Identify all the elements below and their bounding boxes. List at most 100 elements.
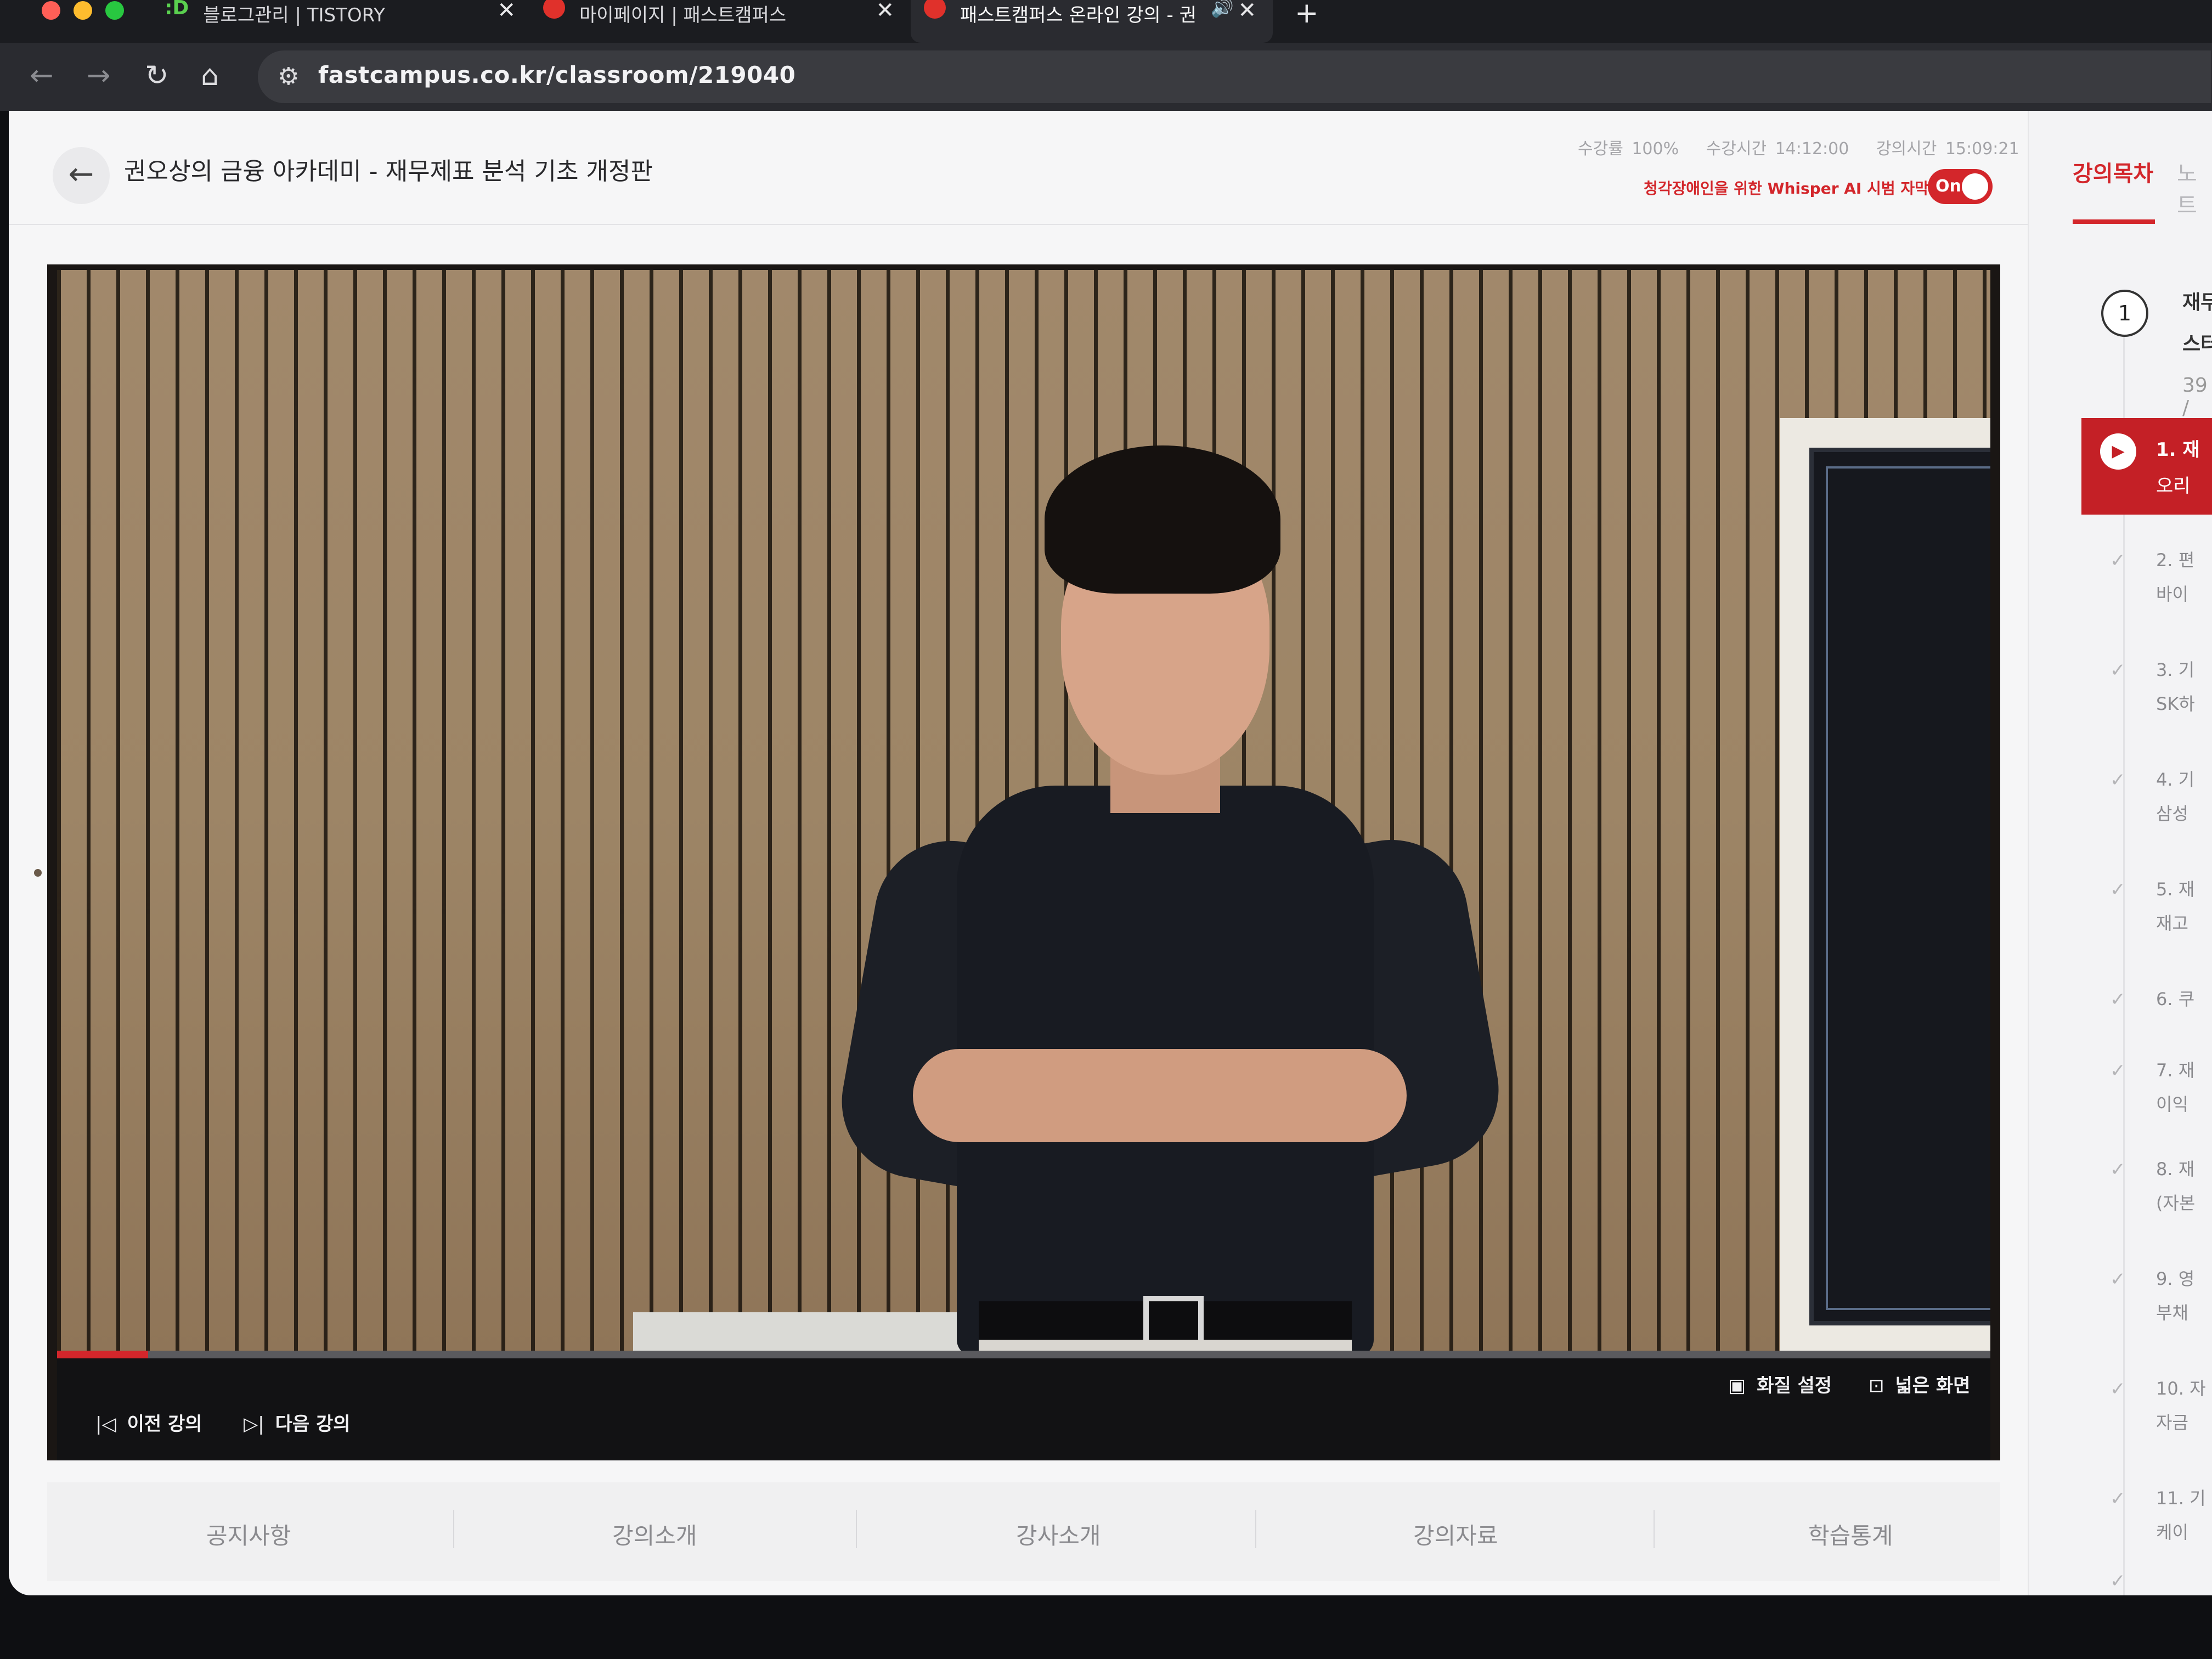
lesson-subtitle: 이익 [2156,1094,2188,1115]
course-title: 권오상의 금융 아카데미 - 재무제표 분석 기초 개정판 [124,157,653,185]
tab-instructor-intro[interactable]: 강사소개 [1016,1517,1101,1551]
bezel-dot [34,869,42,877]
lesson-item[interactable]: ✓ 9. 영 부채 [2081,1257,2212,1340]
lesson-title: 2. 편 [2156,550,2195,571]
lesson-title: 10. 자 [2156,1378,2206,1399]
lesson-title: 9. 영 [2156,1268,2195,1289]
lesson-title: 7. 재 [2156,1060,2195,1081]
previous-lecture-button[interactable]: |◁ 이전 강의 [95,1409,202,1436]
lesson-item[interactable]: ✓ [2081,1559,2212,1595]
lesson-item[interactable]: ✓ 4. 기 삼성 [2081,758,2212,840]
lesson-title: 6. 쿠 [2156,989,2195,1009]
lesson-subtitle: 오리 [2156,475,2191,497]
tab-separator [1654,1510,1655,1548]
lesson-subtitle: (자본 [2156,1193,2196,1214]
speaker-icon[interactable]: 🔊 [1211,0,1234,19]
lesson-title: 5. 재 [2156,879,2195,900]
quality-settings-button[interactable]: ▣ 화질 설정 [1728,1370,1832,1397]
classroom-page: ← 권오상의 금융 아카데미 - 재무제표 분석 기초 개정판 수강률 100%… [9,111,2212,1595]
toggle-knob [1962,173,1988,200]
lesson-item[interactable]: ✓ 8. 재 (자본 [2081,1148,2212,1230]
previous-lecture-label: 이전 강의 [127,1413,202,1435]
close-window-button[interactable] [42,1,60,20]
back-arrow-icon[interactable]: ← [30,59,54,92]
tab-separator [453,1510,454,1548]
browser-tab-strip: :D 블로그관리 | TISTORY ✕ 마이페이지 | 패스트캠퍼스 ✕ 패스… [0,0,2212,43]
wide-screen-label: 넓은 화면 [1895,1375,1971,1397]
check-icon: ✓ [2110,659,2126,681]
toggle-label: On [1936,177,1961,196]
active-tab-underline [2073,219,2155,224]
lecturer-hair [1045,445,1280,594]
address-bar[interactable]: ⚙ fastcampus.co.kr/classroom/219040 [258,50,2211,103]
close-icon[interactable]: ✕ [497,0,516,23]
tab-title: 블로그관리 | TISTORY [203,4,385,26]
next-lecture-button[interactable]: ▷| 다음 강의 [244,1409,351,1436]
browser-toolbar: ← → ↻ ⌂ ⚙ fastcampus.co.kr/classroom/219… [0,43,2212,111]
wide-screen-button[interactable]: ⊡ 넓은 화면 [1869,1370,1970,1397]
belt-buckle [1143,1296,1204,1345]
skip-next-icon: ▷| [244,1413,264,1435]
lesson-item[interactable]: ✓ 10. 자 자금 [2081,1367,2212,1449]
back-arrow-icon[interactable]: ← [53,147,110,204]
lesson-subtitle: 케이 [2156,1522,2188,1543]
close-icon[interactable]: ✕ [1238,0,1256,23]
forward-arrow-icon[interactable]: → [87,59,111,92]
lesson-title: 3. 기 [2156,659,2195,680]
tab-course-materials[interactable]: 강의자료 [1413,1517,1498,1551]
reload-icon[interactable]: ↻ [145,59,169,92]
curriculum-sidebar: 강의목차 노트 1 재무 스터 39 / ▶ 1. 재 오리 ✓ 2. 편 바이… [2028,111,2212,1595]
tab-mypage[interactable]: 마이페이지 | 패스트캠퍼스 ✕ [543,0,894,43]
lesson-subtitle: 자금 [2156,1412,2188,1433]
check-icon: ✓ [2110,1378,2126,1400]
tab-notice[interactable]: 공지사항 [206,1517,291,1551]
lesson-item[interactable]: ✓ 6. 쿠 [2081,978,2212,1060]
lesson-subtitle: 재고 [2156,913,2188,934]
video-screen[interactable] [57,270,1990,1351]
tab-course-intro[interactable]: 강의소개 [612,1517,697,1551]
home-icon[interactable]: ⌂ [201,59,219,92]
course-stats: 수강률 100% 수강시간 14:12:00 강의시간 15:09:21 [1578,135,2038,159]
new-tab-plus-icon[interactable]: + [1295,0,1319,30]
lesson-title: 4. 기 [2156,769,2195,790]
chapter-title[interactable]: 재무 [2182,286,2212,315]
wide-screen-icon: ⊡ [1869,1375,1884,1397]
close-icon[interactable]: ✕ [876,0,894,23]
lesson-item[interactable]: ✓ 5. 재 재고 [2081,868,2212,950]
header-divider [9,224,2028,225]
tab-learning-stats[interactable]: 학습통계 [1808,1517,1893,1551]
lesson-item[interactable]: ✓ 7. 재 이익 [2081,1049,2212,1131]
laptop-bezel [0,1595,2212,1659]
next-lecture-label: 다음 강의 [275,1413,351,1435]
check-icon: ✓ [2110,989,2126,1011]
tab-tistory[interactable]: :D 블로그관리 | TISTORY ✕ [165,0,516,43]
check-icon: ✓ [2110,1159,2126,1181]
whisper-subtitle-toggle[interactable]: On [1928,169,1993,204]
lesson-title: 1. 재 [2156,439,2200,461]
lesson-item[interactable]: ✓ 2. 편 바이 [2081,539,2212,621]
monitor [1809,448,1990,1325]
completion-rate: 수강률 100% [1578,139,1679,159]
tab-notes[interactable]: 노트 [2177,156,2212,219]
site-settings-icon[interactable]: ⚙ [278,63,299,91]
lesson-item[interactable]: ✓ 3. 기 SK하 [2081,648,2212,731]
lesson-item[interactable]: ✓ 11. 기 케이 [2081,1477,2212,1559]
video-player[interactable]: |◁ 이전 강의 ▷| 다음 강의 ▣ 화질 설정 ⊡ 넓은 화면 [47,264,2000,1460]
maximize-window-button[interactable] [105,1,124,20]
lesson-item-active[interactable]: ▶ 1. 재 오리 [2081,418,2212,515]
whiteboard [1780,418,1990,1351]
check-icon: ✓ [2110,1268,2126,1290]
video-progress-bar[interactable] [57,1351,1990,1358]
check-icon: ✓ [2110,1570,2126,1592]
tab-title: 패스트캠퍼스 온라인 강의 - 권 [960,4,1197,26]
url-text[interactable]: fastcampus.co.kr/classroom/219040 [318,61,795,88]
check-icon: ✓ [2110,879,2126,901]
play-icon: ▶ [2100,433,2136,470]
tab-curriculum[interactable]: 강의목차 [2073,156,2153,188]
check-icon: ✓ [2110,1060,2126,1082]
minimize-window-button[interactable] [74,1,92,20]
lecturer [814,445,1511,1351]
chapter-title-line2[interactable]: 스터 [2182,328,2212,357]
fastcampus-favicon-icon [543,0,565,19]
tab-classroom-active[interactable]: 패스트캠퍼스 온라인 강의 - 권 🔊 ✕ [911,0,1273,43]
